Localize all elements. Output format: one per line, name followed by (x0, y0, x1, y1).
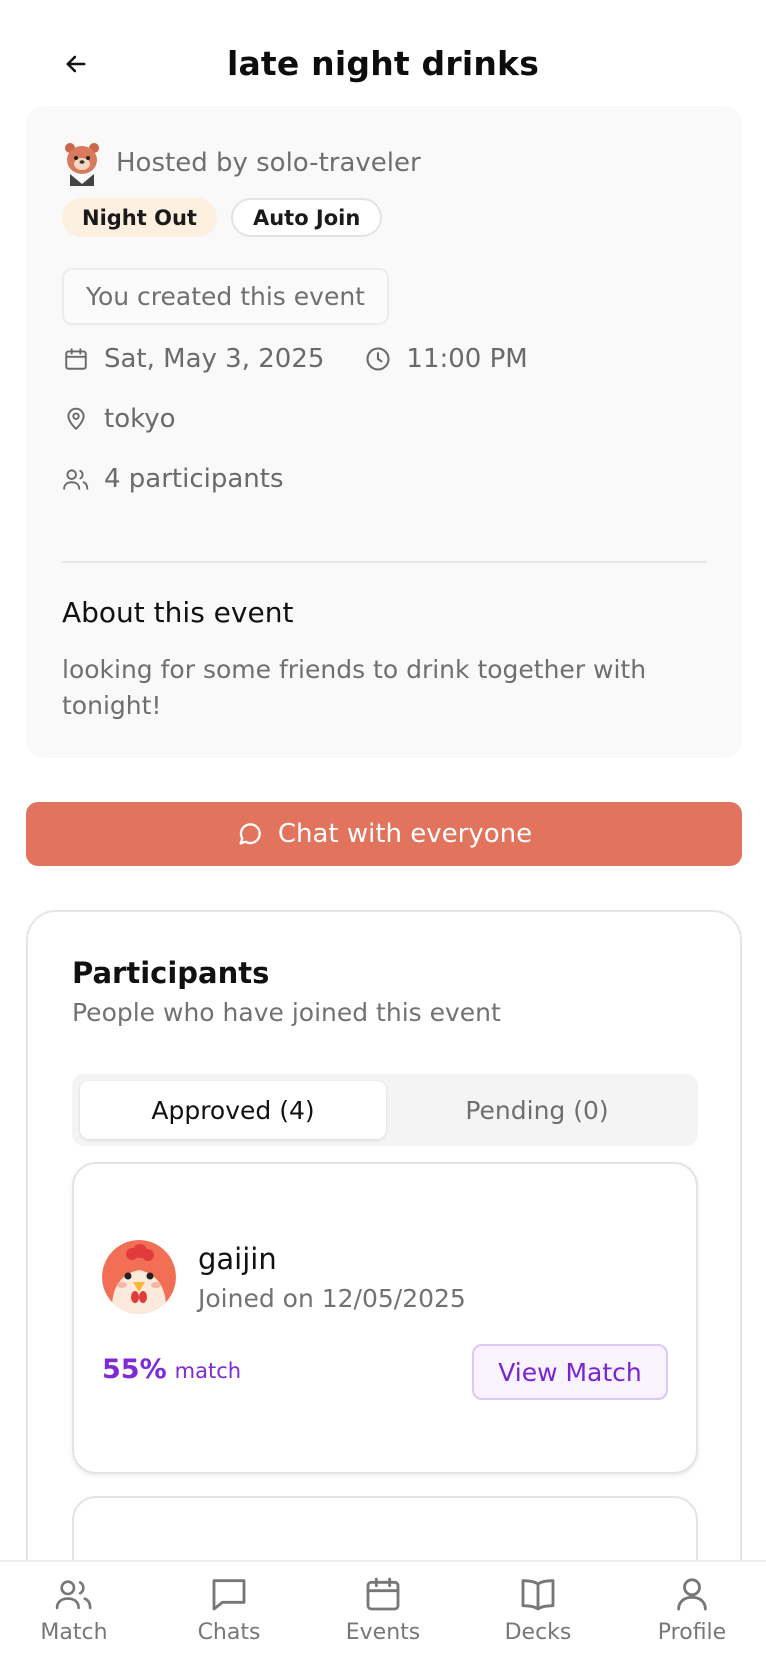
nav-chats[interactable]: Chats (169, 1574, 289, 1645)
calendar-icon (366, 1577, 400, 1611)
nav-match[interactable]: Match (14, 1574, 134, 1645)
event-time: 11:00 PM (406, 344, 528, 374)
date-time-row: Sat, May 3, 2025 11:00 PM (62, 344, 528, 374)
host-row: Hosted by solo-traveler (62, 140, 421, 186)
chat-icon (212, 1579, 246, 1611)
participants-subtitle: People who have joined this event (72, 998, 501, 1027)
divider (62, 561, 707, 563)
book-icon (521, 1579, 555, 1611)
participant-tabs: Approved (4) Pending (0) (72, 1074, 698, 1146)
nav-decks[interactable]: Decks (478, 1574, 598, 1645)
event-info-card: Hosted by solo-traveler Night Out Auto J… (26, 106, 742, 758)
nav-decks-label: Decks (504, 1620, 572, 1645)
match-score: 55% match (102, 1354, 241, 1385)
tag-night-out: Night Out (62, 198, 217, 237)
clock-icon (364, 345, 392, 373)
page-title: late night drinks (226, 44, 540, 83)
participants-card: Participants People who have joined this… (26, 910, 742, 1630)
chat-button-label: Chat with everyone (277, 819, 533, 849)
participants-row: 4 participants (62, 464, 284, 494)
about-text: looking for some friends to drink togeth… (62, 655, 647, 720)
match-percent: 55% (102, 1354, 167, 1385)
about-title: About this event (62, 596, 294, 629)
host-avatar[interactable] (62, 140, 102, 186)
nav-chats-label: Chats (197, 1620, 261, 1645)
tag-auto-join: Auto Join (230, 198, 383, 237)
event-date: Sat, May 3, 2025 (104, 344, 325, 374)
event-location: tokyo (104, 404, 176, 434)
participant-avatar[interactable] (102, 1240, 176, 1314)
nav-match-label: Match (40, 1620, 108, 1645)
participant-joined-date: Joined on 12/05/2025 (198, 1284, 466, 1313)
nav-profile[interactable]: Profile (632, 1574, 752, 1645)
users-icon (62, 465, 90, 493)
participant-name: gaijin (198, 1242, 277, 1276)
nav-events-label: Events (345, 1620, 421, 1645)
tab-approved[interactable]: Approved (4) (80, 1081, 386, 1139)
user-icon (677, 1578, 707, 1611)
map-pin-icon (62, 405, 90, 433)
bottom-nav: Match Chats Events Decks Profile (0, 1560, 766, 1671)
chat-with-everyone-button[interactable]: Chat with everyone (26, 802, 742, 866)
location-row: tokyo (62, 404, 176, 434)
tags: Night Out Auto Join (62, 198, 383, 237)
chat-bubble-icon (239, 823, 261, 845)
tab-pending[interactable]: Pending (0) (384, 1081, 690, 1139)
view-match-button[interactable]: View Match (472, 1344, 668, 1400)
participant-count: 4 participants (104, 464, 284, 494)
host-label: Hosted by solo-traveler (116, 148, 421, 178)
participants-title: Participants (72, 956, 270, 990)
participant-card[interactable]: gaijin Joined on 12/05/2025 55% match Vi… (72, 1162, 698, 1474)
nav-profile-label: Profile (657, 1620, 727, 1645)
match-label: match (174, 1359, 242, 1383)
created-notice: You created this event (62, 268, 389, 325)
calendar-icon (62, 345, 90, 373)
nav-events[interactable]: Events (323, 1574, 443, 1645)
users-icon (55, 1580, 92, 1610)
